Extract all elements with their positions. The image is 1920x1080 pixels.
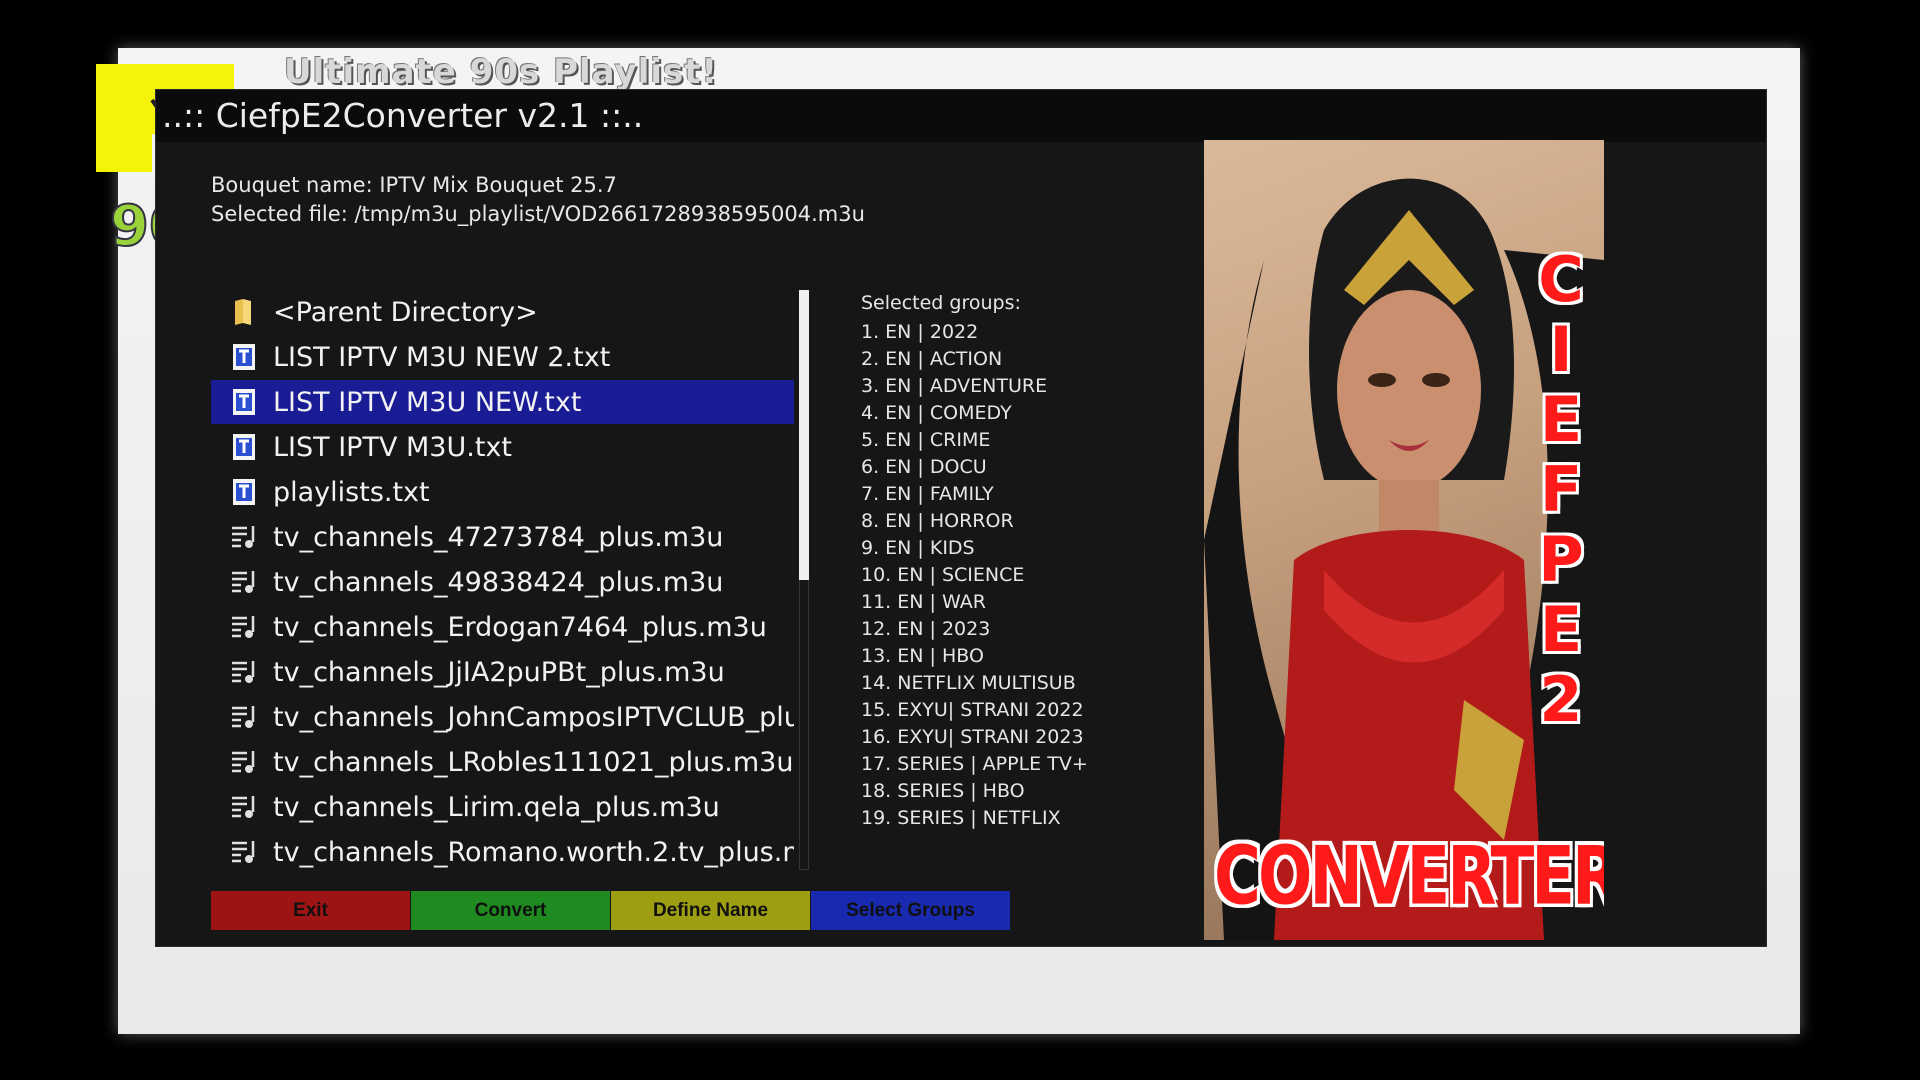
group-item: 5. EN | CRIME xyxy=(861,429,991,451)
file-list-item[interactable]: tv_channels_JohnCamposIPTVCLUB_plus xyxy=(211,695,794,739)
playlist-icon xyxy=(229,702,259,732)
group-item: 1. EN | 2022 xyxy=(861,321,979,343)
file-list-item[interactable]: tv_channels_49838424_plus.m3u xyxy=(211,560,794,604)
bouquet-name: Bouquet name: IPTV Mix Bouquet 25.7 xyxy=(211,173,617,197)
poster-side-letter: I xyxy=(1549,313,1573,386)
file-list[interactable]: <Parent Directory> LIST IPTV M3U NEW 2.tx… xyxy=(211,290,794,870)
select-groups-button[interactable]: Select Groups xyxy=(811,891,1010,930)
file-list-item-label: LIST IPTV M3U.txt xyxy=(273,431,512,463)
group-item: 12. EN | 2023 xyxy=(861,618,991,640)
file-list-item-label: tv_channels_Erdogan7464_plus.m3u xyxy=(273,611,767,643)
playlist-icon xyxy=(229,792,259,822)
group-item: 19. SERIES | NETFLIX xyxy=(861,807,1061,829)
file-list-item[interactable]: LIST IPTV M3U.txt xyxy=(211,425,794,469)
poster-side-letter: P xyxy=(1538,523,1584,596)
playlist-icon xyxy=(229,747,259,777)
scrollbar-thumb[interactable] xyxy=(799,290,809,580)
poster-side-text: CIEFPE2 xyxy=(1526,245,1596,735)
file-list-item[interactable]: LIST IPTV M3U NEW.txt xyxy=(211,380,794,424)
poster-side-letter: F xyxy=(1539,453,1583,526)
playlist-icon xyxy=(229,567,259,597)
group-item: 11. EN | WAR xyxy=(861,591,986,613)
file-list-item-label: tv_channels_Romano.worth.2.tv_plus.m3 xyxy=(273,836,794,868)
group-item: 4. EN | COMEDY xyxy=(861,402,1012,424)
window-title: ..:: CiefpE2Converter v2.1 ::.. xyxy=(162,96,644,135)
plugin-poster: CIEFPE2 CONVERTER xyxy=(1204,140,1604,940)
file-list-item[interactable]: playlists.txt xyxy=(211,470,794,514)
file-list-item-label: <Parent Directory> xyxy=(273,296,538,328)
file-list-item[interactable]: <Parent Directory> xyxy=(211,290,794,334)
file-list-item[interactable]: LIST IPTV M3U NEW 2.txt xyxy=(211,335,794,379)
define-name-button[interactable]: Define Name xyxy=(611,891,810,930)
poster-side-letter: 2 xyxy=(1539,663,1583,736)
file-list-item-label: LIST IPTV M3U NEW 2.txt xyxy=(273,341,611,373)
selected-file: Selected file: /tmp/m3u_playlist/VOD2661… xyxy=(211,202,865,226)
text-file-icon xyxy=(229,477,259,507)
file-list-item[interactable]: tv_channels_47273784_plus.m3u xyxy=(211,515,794,559)
text-file-icon xyxy=(229,387,259,417)
title-bar: ..:: CiefpE2Converter v2.1 ::.. xyxy=(156,90,1766,142)
file-list-item[interactable]: tv_channels_LRobles111021_plus.m3u xyxy=(211,740,794,784)
group-item: 15. EXYU| STRANI 2022 xyxy=(861,699,1084,721)
poster-side-letter: E xyxy=(1539,593,1583,666)
selected-groups-heading: Selected groups: xyxy=(861,292,1021,314)
group-item: 8. EN | HORROR xyxy=(861,510,1014,532)
group-item: 13. EN | HBO xyxy=(861,645,984,667)
group-item: 7. EN | FAMILY xyxy=(861,483,994,505)
group-item: 3. EN | ADVENTURE xyxy=(861,375,1048,397)
group-item: 16. EXYU| STRANI 2023 xyxy=(861,726,1084,748)
group-item: 6. EN | DOCU xyxy=(861,456,987,478)
group-item: 2. EN | ACTION xyxy=(861,348,1003,370)
file-list-item-label: tv_channels_JjIA2puPBt_plus.m3u xyxy=(273,656,725,688)
selected-groups-panel: Selected groups: 1. EN | 2022 2. EN | ACT… xyxy=(861,292,1088,832)
group-item: 17. SERIES | APPLE TV+ xyxy=(861,753,1088,775)
file-list-item-label: tv_channels_Lirim.qela_plus.m3u xyxy=(273,791,720,823)
playlist-icon xyxy=(229,522,259,552)
file-list-item[interactable]: tv_channels_Lirim.qela_plus.m3u xyxy=(211,785,794,829)
convert-button[interactable]: Convert xyxy=(411,891,610,930)
group-item: 14. NETFLIX MULTISUB xyxy=(861,672,1076,694)
exit-button[interactable]: Exit xyxy=(211,891,410,930)
file-list-item-label: tv_channels_LRobles111021_plus.m3u xyxy=(273,746,794,778)
file-list-item-label: LIST IPTV M3U NEW.txt xyxy=(273,386,582,418)
selected-groups-list: 1. EN | 2022 2. EN | ACTION 3. EN | ADVENT… xyxy=(861,319,1088,832)
poster-side-letter: C xyxy=(1538,243,1584,316)
folder-icon xyxy=(229,297,259,327)
playlist-icon xyxy=(229,612,259,642)
group-item: 18. SERIES | HBO xyxy=(861,780,1025,802)
group-item: 10. EN | SCIENCE xyxy=(861,564,1025,586)
text-file-icon xyxy=(229,342,259,372)
file-list-item[interactable]: tv_channels_Romano.worth.2.tv_plus.m3 xyxy=(211,830,794,870)
file-list-item-label: tv_channels_JohnCamposIPTVCLUB_plus xyxy=(273,701,794,733)
file-list-item-label: tv_channels_49838424_plus.m3u xyxy=(273,566,724,598)
poster-converter-text: CONVERTER xyxy=(1214,830,1604,924)
playlist-icon xyxy=(229,657,259,687)
playlist-icon xyxy=(229,837,259,867)
file-list-item-label: tv_channels_47273784_plus.m3u xyxy=(273,521,724,553)
text-file-icon xyxy=(229,432,259,462)
group-item: 9. EN | KIDS xyxy=(861,537,975,559)
file-list-item-label: playlists.txt xyxy=(273,476,430,508)
channel-title: Ultimate 90s Playlist! xyxy=(284,52,719,92)
file-list-item[interactable]: tv_channels_Erdogan7464_plus.m3u xyxy=(211,605,794,649)
file-list-item[interactable]: tv_channels_JjIA2puPBt_plus.m3u xyxy=(211,650,794,694)
poster-side-letter: E xyxy=(1539,383,1583,456)
